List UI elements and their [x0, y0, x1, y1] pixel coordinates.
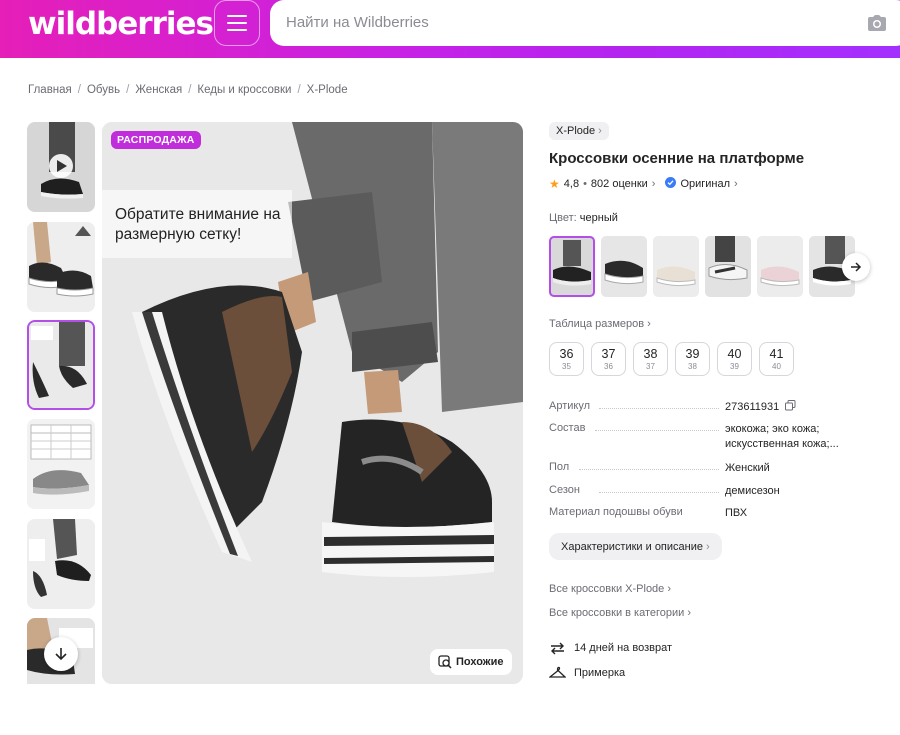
color-label: Цвет: черный — [549, 212, 618, 224]
breadcrumb-sneakers[interactable]: Кеды и кроссовки — [197, 84, 291, 96]
chevron-right-icon: › — [734, 178, 738, 190]
color-variant-2[interactable] — [601, 236, 647, 297]
thumbnail-2[interactable] — [27, 222, 95, 312]
thumbnail-3-active[interactable] — [27, 320, 95, 410]
breadcrumb-women[interactable]: Женская — [135, 84, 182, 96]
size-option[interactable]: 39 38 — [675, 342, 710, 376]
chevron-right-icon: › — [667, 583, 672, 595]
all-brand-sneakers-link[interactable]: Все кроссовки X-Plode › — [549, 583, 671, 595]
color-variant-3[interactable] — [653, 236, 699, 297]
thumbnail-5[interactable] — [27, 519, 95, 609]
arrow-right-icon — [851, 262, 862, 272]
star-icon: ★ — [549, 177, 560, 191]
search-bar — [270, 0, 900, 46]
fitting-perk: Примерка — [549, 666, 625, 680]
breadcrumb-shoes[interactable]: Обувь — [87, 84, 120, 96]
rating-value: 4,8 — [563, 178, 580, 190]
size-option[interactable]: 38 37 — [633, 342, 668, 376]
color-variants — [549, 236, 859, 297]
arrow-down-icon — [55, 648, 67, 661]
chevron-right-icon: › — [687, 607, 692, 619]
characteristics-button[interactable]: Характеристики и описание › — [549, 533, 722, 560]
search-similar-icon — [438, 655, 452, 669]
camera-icon[interactable] — [867, 13, 887, 38]
sale-badge: РАСПРОДАЖА — [111, 131, 201, 149]
size-option[interactable]: 40 39 — [717, 342, 752, 376]
size-option[interactable]: 36 35 — [549, 342, 584, 376]
scroll-down-button[interactable] — [44, 637, 78, 671]
size-option[interactable]: 41 40 — [759, 342, 794, 376]
all-category-sneakers-link[interactable]: Все кроссовки в категории › — [549, 607, 691, 619]
main-product-image[interactable]: РАСПРОДАЖА Обратите внимание на размерну… — [102, 122, 523, 684]
similar-button[interactable]: Похожие — [430, 649, 513, 675]
color-variant-5[interactable] — [757, 236, 803, 297]
size-option[interactable]: 37 36 — [591, 342, 626, 376]
product-title: Кроссовки осенние на платформе — [549, 150, 805, 167]
breadcrumb-home[interactable]: Главная — [28, 84, 72, 96]
search-input[interactable] — [286, 14, 826, 31]
menu-button[interactable] — [214, 0, 260, 46]
original-label[interactable]: Оригинал — [680, 178, 730, 190]
chevron-right-icon: › — [598, 125, 602, 137]
verified-icon — [665, 177, 677, 191]
return-arrows-icon — [551, 642, 564, 655]
chevron-right-icon: › — [647, 318, 651, 330]
thumbnail-video[interactable] — [27, 122, 95, 212]
size-table-link[interactable]: Таблица размеров › — [549, 318, 651, 330]
thumbnail-list — [27, 122, 95, 684]
hanger-icon — [549, 666, 566, 678]
next-colors-button[interactable] — [842, 253, 870, 281]
wildberries-logo[interactable]: wildberries — [28, 6, 214, 42]
chevron-right-icon: › — [706, 540, 710, 553]
header: wildberries — [0, 0, 900, 58]
rating-row: ★ 4,8 • 802 оценки › Оригинал › — [549, 177, 738, 191]
breadcrumb-brand[interactable]: X-Plode — [307, 84, 348, 96]
hamburger-icon — [227, 15, 247, 17]
copy-icon[interactable] — [785, 400, 796, 414]
reviews-link[interactable]: 802 оценки — [591, 178, 648, 190]
return-perk: 14 дней на возврат — [549, 641, 672, 655]
size-list: 36 35 37 36 38 37 39 38 40 39 41 40 — [549, 342, 794, 376]
brand-link[interactable]: X-Plode › — [549, 122, 609, 140]
color-variant-4[interactable] — [705, 236, 751, 297]
chevron-right-icon: › — [651, 178, 656, 190]
size-hint-text: Обратите внимание на размерную сетку! — [115, 206, 281, 243]
breadcrumb: Главная / Обувь / Женская / Кеды и кросс… — [28, 84, 348, 96]
thumbnail-size-chart[interactable] — [27, 419, 95, 509]
color-variant-black[interactable] — [549, 236, 595, 297]
